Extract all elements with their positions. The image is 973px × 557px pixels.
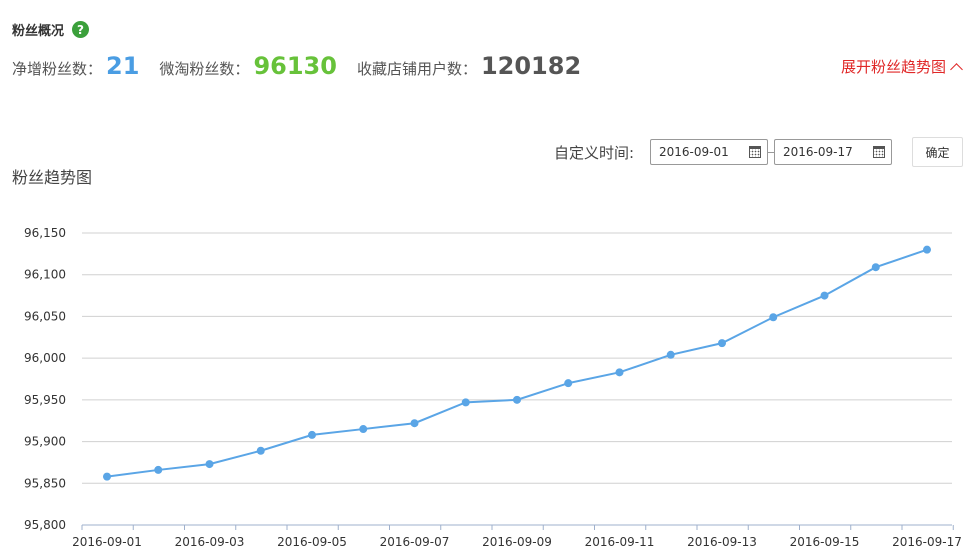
start-date-input[interactable]: 2016-09-01 — [650, 139, 768, 165]
x-tick-label: 2016-09-07 — [380, 535, 450, 549]
stat-label: 净增粉丝数： — [12, 60, 103, 78]
data-point — [615, 368, 624, 377]
y-tick-label: 96,100 — [24, 268, 66, 282]
data-point — [564, 379, 573, 388]
stat-label: 微淘粉丝数： — [159, 60, 250, 78]
x-tick-label: 2016-09-11 — [585, 535, 655, 549]
x-tick-label: 2016-09-01 — [72, 535, 142, 549]
stat-net-new-fans: 净增粉丝数： 21 — [12, 52, 139, 80]
expand-trend-link[interactable]: 展开粉丝趋势图 — [840, 56, 963, 77]
y-tick-label: 95,950 — [24, 393, 66, 407]
data-point — [256, 446, 265, 455]
chevron-up-icon — [950, 62, 963, 76]
calendar-icon[interactable] — [749, 146, 761, 158]
data-point — [461, 398, 470, 407]
data-point — [513, 395, 521, 404]
y-tick-label: 95,800 — [24, 518, 66, 532]
question-icon[interactable]: ? — [72, 21, 90, 38]
y-tick-label: 96,050 — [24, 309, 66, 323]
expand-trend-label: 展开粉丝趋势图 — [840, 58, 946, 76]
x-tick-label: 2016-09-15 — [790, 535, 860, 549]
data-point — [871, 263, 880, 272]
y-tick-label: 96,000 — [24, 351, 66, 365]
x-tick-label: 2016-09-03 — [175, 535, 245, 549]
stats-bar: 净增粉丝数： 21 微淘粉丝数： 96130 收藏店铺用户数： 120182 — [12, 52, 601, 80]
stat-label: 收藏店铺用户数： — [356, 60, 477, 78]
data-point — [923, 245, 931, 254]
start-date-value: 2016-09-01 — [659, 145, 729, 159]
data-point — [308, 430, 316, 439]
data-point — [666, 350, 675, 359]
data-point — [820, 291, 829, 300]
chart-title: 粉丝趋势图 — [12, 168, 93, 187]
confirm-button[interactable]: 确定 — [912, 137, 963, 167]
y-tick-label: 95,850 — [24, 476, 66, 490]
series-line — [106, 248, 928, 478]
x-tick-label: 2016-09-13 — [687, 535, 757, 549]
stat-value: 120182 — [480, 52, 582, 80]
end-date-input[interactable]: 2016-09-17 — [774, 139, 892, 165]
stat-store-favorites: 收藏店铺用户数： 120182 — [357, 52, 581, 80]
fan-overview-header: 粉丝概况 ? — [12, 20, 90, 39]
stat-value: 96130 — [253, 52, 337, 80]
fan-trend-chart: 95,800 95,850 95,900 95,950 96,000 96,050 96,1… — [24, 226, 962, 549]
data-point — [359, 425, 368, 434]
x-tick-label: 2016-09-17 — [892, 535, 962, 549]
y-tick-label: 96,150 — [24, 226, 66, 240]
y-tick-label: 95,900 — [24, 435, 66, 449]
page-title: 粉丝概况 — [12, 24, 65, 39]
x-tick-label: 2016-09-05 — [277, 535, 347, 549]
stat-value: 21 — [106, 52, 140, 80]
data-point — [205, 460, 214, 469]
x-tick-label: 2016-09-09 — [482, 535, 552, 549]
data-point — [769, 313, 778, 322]
data-point — [718, 339, 726, 348]
stat-weitao-fans: 微淘粉丝数： 96130 — [159, 52, 337, 80]
end-date-value: 2016-09-17 — [783, 145, 853, 159]
data-point — [410, 419, 419, 428]
date-filter-label: 自定义时间: — [553, 143, 634, 162]
date-filter: 自定义时间: 2016-09-01 2016-09-17 确定 — [554, 137, 963, 167]
data-point — [103, 472, 111, 481]
data-point — [154, 465, 163, 474]
calendar-icon[interactable] — [873, 146, 885, 158]
